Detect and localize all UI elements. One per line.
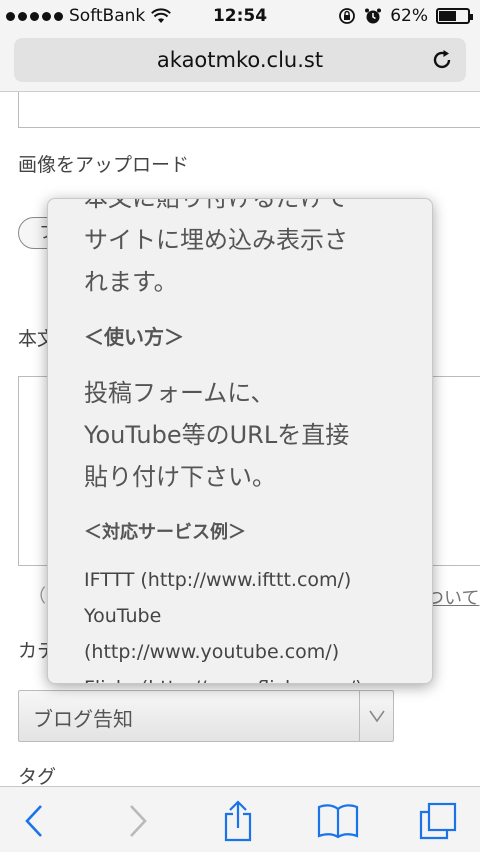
category-select[interactable]: ブログ告知 (18, 690, 394, 742)
address-bar[interactable]: akaotmko.clu.st (14, 38, 466, 82)
popup-text-line1: サイトに埋め込み表示さ (84, 226, 348, 254)
service-item: IFTTT (http://www.ifttt.com/) (84, 569, 352, 591)
service-item: (http://www.youtube.com/) (84, 641, 340, 663)
share-icon (224, 800, 252, 842)
url-text: akaotmko.clu.st (156, 48, 324, 72)
popup-usage-3: 貼り付け下さい。 (84, 463, 276, 491)
upload-label: 画像をアップロード (18, 154, 190, 176)
status-bar: SoftBank 12:54 62% (0, 0, 480, 34)
rotation-lock-icon (339, 8, 356, 24)
popup-text-cut: 本文に貼り付けるだけで (84, 198, 348, 212)
popup-text-line2: れます。 (84, 268, 178, 296)
popup-heading-usage: ＜使い方＞ (84, 325, 184, 349)
reload-icon[interactable] (430, 48, 454, 72)
service-item: YouTube (84, 605, 162, 627)
popup-heading-services: ＜対応サービス例＞ (84, 522, 246, 543)
alarm-icon (365, 8, 382, 24)
bookmarks-button[interactable] (316, 799, 360, 843)
chevron-left-icon (25, 805, 42, 837)
service-item: Flickr (http://www.flickr.com/) (84, 670, 414, 683)
popup-usage-1: 投稿フォームに、 (84, 379, 275, 407)
tabs-icon (419, 802, 457, 840)
tag-label: タグ (18, 766, 57, 788)
help-prefix: （ (28, 586, 46, 607)
chevron-right-icon (130, 805, 147, 837)
title-input[interactable] (18, 92, 480, 128)
back-button[interactable] (12, 799, 56, 843)
popup-usage-2: YouTube等のURLを直接 (84, 421, 350, 449)
battery-icon (436, 8, 473, 24)
help-popup: 本文に貼り付けるだけで サイトに埋め込み表示さ れます。 ＜使い方＞ 投稿フォー… (47, 198, 433, 684)
chevron-down-icon (359, 691, 393, 741)
address-bar-area: akaotmko.clu.st (0, 34, 480, 92)
book-icon (317, 804, 359, 839)
share-button[interactable] (216, 799, 260, 843)
browser-toolbar (0, 786, 480, 852)
forward-button[interactable] (116, 799, 160, 843)
battery-percent: 62% (390, 6, 428, 26)
category-selected-value: ブログ告知 (33, 707, 133, 731)
help-link[interactable]: ついて (426, 584, 479, 610)
tabs-button[interactable] (416, 799, 460, 843)
